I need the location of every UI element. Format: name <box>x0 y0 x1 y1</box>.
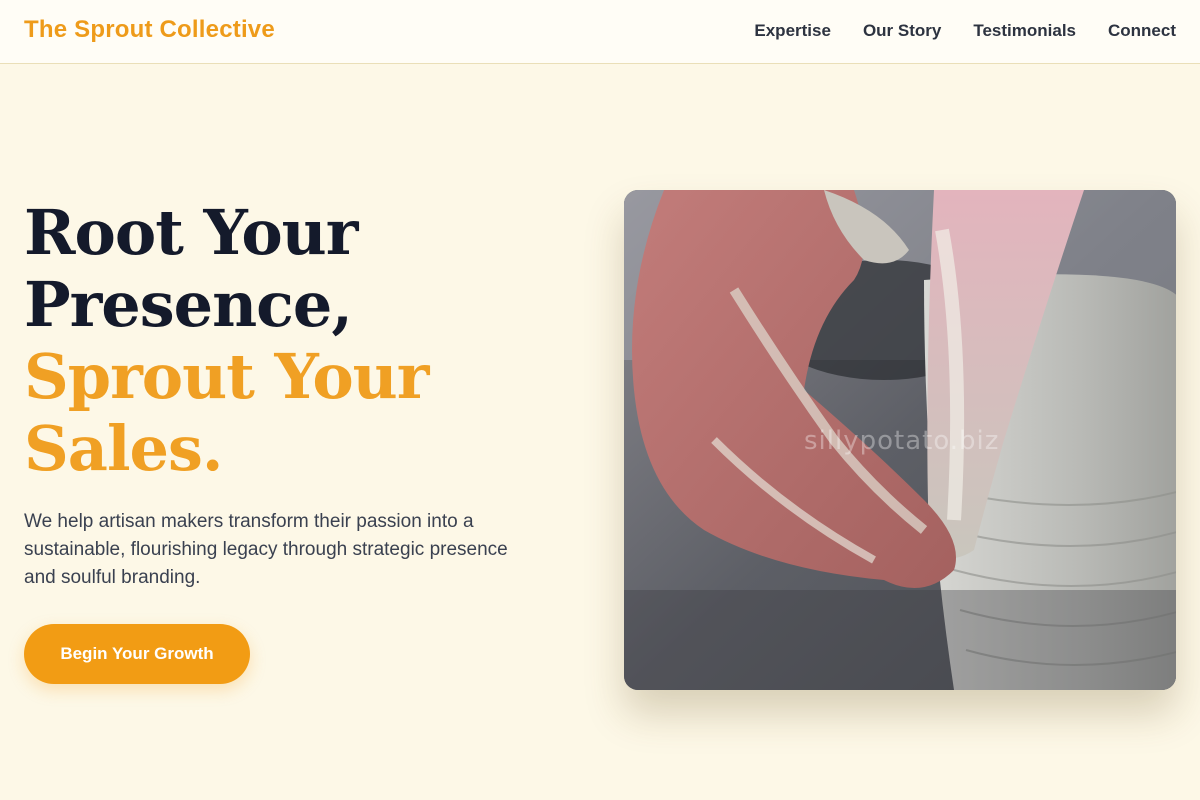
nav-link-testimonials[interactable]: Testimonials <box>973 21 1076 41</box>
begin-growth-button[interactable]: Begin Your Growth <box>24 624 250 684</box>
site-header: The Sprout Collective Expertise Our Stor… <box>0 0 1200 64</box>
image-watermark: sillypotato.biz <box>804 426 1000 456</box>
hero-pottery-image: sillypotato.biz <box>624 190 1176 690</box>
main-nav: Expertise Our Story Testimonials Connect <box>754 21 1176 41</box>
hero-title-line-2: Presence, <box>24 268 353 341</box>
hero-title-accent-line-2: Sales. <box>24 412 223 485</box>
hero-subtitle: We help artisan makers transform their p… <box>24 511 508 588</box>
hero-title-accent-line-1: Sprout Your <box>24 340 429 413</box>
brand-logo[interactable]: The Sprout Collective <box>24 16 275 44</box>
nav-link-expertise[interactable]: Expertise <box>754 21 831 41</box>
hero-title: Root Your Presence, Sprout Your Sales. <box>24 196 429 485</box>
hero-title-line-1: Root Your <box>24 196 358 269</box>
nav-link-connect[interactable]: Connect <box>1108 21 1176 41</box>
nav-link-our-story[interactable]: Our Story <box>863 21 941 41</box>
